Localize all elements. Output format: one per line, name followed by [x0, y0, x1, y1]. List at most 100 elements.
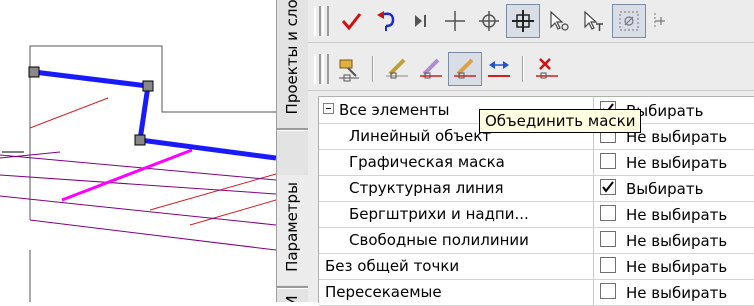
filter-row-value-cell[interactable]: Не выбирать	[594, 253, 754, 279]
crosshair-button[interactable]	[472, 4, 506, 38]
plus-cross-button[interactable]	[438, 4, 472, 38]
select-arrow-o-icon	[550, 10, 569, 31]
more-button[interactable]	[646, 4, 680, 38]
filter-row-name-cell: Свободные полилинии	[319, 227, 594, 253]
hatch-red-1	[29, 97, 109, 129]
toolbar-grip[interactable]	[322, 54, 329, 84]
filter-row-value-cell[interactable]: Выбирать	[594, 175, 754, 201]
collapse-icon[interactable]	[323, 103, 334, 114]
crosshair-pressed-button[interactable]	[506, 4, 540, 38]
select-arrow-t-icon	[584, 10, 603, 31]
filter-row-value-cell[interactable]: Не выбирать	[594, 149, 754, 175]
hatch-red-2	[149, 173, 276, 211]
merge-mask-icon	[454, 58, 476, 79]
toolbar-separator	[522, 56, 524, 82]
undo-button[interactable]	[370, 4, 404, 38]
selected-polyline[interactable]	[33, 69, 276, 161]
eraser-mask-icon	[420, 58, 442, 79]
filter-checkbox[interactable]	[600, 231, 616, 247]
delete-mask-button[interactable]	[530, 52, 564, 86]
purple-line-2	[0, 174, 276, 195]
filter-row-label: Линейный объект	[349, 127, 492, 145]
undo-curve-icon	[377, 11, 395, 31]
filter-row-name-cell: Пересекаемые	[319, 279, 594, 305]
filter-checkbox[interactable]	[600, 257, 616, 273]
filter-row-name-cell: Структурная линия	[319, 175, 594, 201]
boundary-line	[29, 45, 276, 220]
vertex-handle[interactable]	[134, 134, 146, 146]
select-o-button[interactable]	[542, 4, 576, 38]
filter-row-label: Без общей точки	[325, 257, 460, 275]
select-t-button[interactable]	[576, 4, 610, 38]
pen-mask-icon	[386, 58, 408, 79]
toolbar-top	[308, 0, 754, 43]
filter-row-label: Графическая маска	[349, 153, 505, 171]
filter-row-value: Выбирать	[626, 180, 704, 198]
filter-row-value: Не выбирать	[626, 258, 728, 276]
filter-checkbox[interactable]	[600, 283, 616, 299]
tab-projects-layers[interactable]: Проекты и слои	[277, 0, 308, 120]
filter-row-name-cell: Без общей точки	[319, 253, 594, 279]
pen-mask-button[interactable]	[380, 52, 414, 86]
eraser-mask-button[interactable]	[414, 52, 448, 86]
toolbar-grip[interactable]	[322, 6, 329, 36]
drawing-canvas[interactable]	[0, 0, 276, 302]
checkmark-icon	[602, 181, 614, 193]
check-button[interactable]	[334, 4, 368, 38]
plus-cross-icon	[445, 11, 465, 31]
layer-tool-button[interactable]	[332, 52, 366, 86]
join-arrows-icon	[488, 61, 510, 77]
tab-third-label: И	[283, 295, 301, 302]
filter-row[interactable]: Бергштрихи и надпи... Не выбирать	[319, 201, 754, 228]
filter-row-value: Не выбирать	[626, 232, 728, 250]
purple-line-1	[0, 154, 276, 181]
filter-row[interactable]: Структурная линия Выбирать	[319, 175, 754, 202]
filter-row-name-cell: Графическая маска	[319, 149, 594, 175]
layer-tool-icon	[339, 59, 359, 82]
filter-checkbox[interactable]	[600, 153, 616, 169]
toolbar-separator	[372, 56, 374, 82]
filter-row-value: Не выбирать	[626, 206, 728, 224]
tab-projects-label: Проекты и слои	[283, 0, 301, 115]
filter-checkbox[interactable]	[600, 205, 616, 221]
purple-line-3	[0, 195, 276, 226]
magenta-line	[61, 148, 193, 202]
filter-row-label: Бергштрихи и надпи...	[349, 205, 529, 223]
filter-row-label: Все элементы	[339, 101, 450, 119]
tab-third[interactable]: И	[277, 289, 308, 302]
drawing-svg[interactable]	[0, 0, 276, 302]
join-arrows-button[interactable]	[482, 52, 516, 86]
filter-row-value-cell[interactable]: Не выбирать	[594, 279, 754, 305]
toolbar-grip[interactable]	[314, 54, 321, 84]
tooltip: Объединить маски	[479, 109, 642, 133]
vertex-handle[interactable]	[142, 80, 154, 92]
tab-parameters[interactable]: Параметры	[277, 175, 308, 285]
filter-row[interactable]: Графическая маска Не выбирать	[319, 149, 754, 176]
check-icon	[341, 13, 362, 31]
tab-parameters-label: Параметры	[283, 182, 301, 272]
filter-row-name-cell: Бергштрихи и надпи...	[319, 201, 594, 227]
more-icon	[654, 13, 665, 29]
side-tab-strip: Проекты и слои Параметры И	[276, 0, 309, 302]
toolbar-grip[interactable]	[314, 6, 321, 36]
filter-row-label: Структурная линия	[349, 179, 504, 197]
snap-grid-button[interactable]	[612, 4, 646, 38]
toolbar-masks	[308, 48, 754, 91]
parameters-panel: Все элементы Выбирать Линейный объект Не вы…	[308, 0, 754, 306]
hatch-red-3	[189, 199, 276, 226]
filter-checkbox[interactable]	[600, 179, 616, 195]
filter-row[interactable]: Свободные полилинии Не выбирать	[319, 227, 754, 254]
filter-row[interactable]: Без общей точки Не выбирать	[319, 253, 754, 280]
delete-mask-icon	[536, 58, 558, 79]
tab-separator	[277, 128, 308, 131]
filter-row-value: Не выбирать	[626, 284, 728, 302]
crosshair-pressed-icon	[512, 10, 534, 32]
filter-row-value-cell[interactable]: Не выбирать	[594, 201, 754, 227]
filter-row-value-cell[interactable]: Не выбирать	[594, 227, 754, 253]
vertex-handle[interactable]	[28, 66, 40, 78]
filter-row-value: Не выбирать	[626, 154, 728, 172]
step-button[interactable]	[404, 4, 438, 38]
snap-grid-icon	[619, 11, 639, 31]
filter-row-label: Свободные полилинии	[349, 231, 529, 249]
merge-mask-button[interactable]	[448, 52, 482, 86]
